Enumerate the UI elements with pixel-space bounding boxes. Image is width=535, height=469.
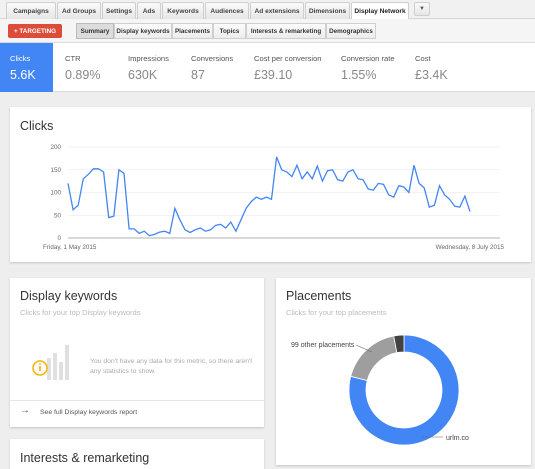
metric-value: £3.4K [415,68,448,82]
metric-value: 0.89% [65,68,100,82]
sub-toolbar: + TARGETING Summary Display keywords Pla… [0,19,535,43]
placements-title: Placements [286,289,351,303]
subtab-display-keywords[interactable]: Display keywords [114,23,172,39]
subtab-demographics[interactable]: Demographics [326,23,376,39]
tab-campaigns[interactable]: Campaigns [6,2,56,19]
metric-impressions[interactable]: Impressions 630K [118,43,181,92]
metric-label: Cost [415,54,431,63]
metric-conversions[interactable]: Conversions 87 [181,43,244,92]
metric-label: Clicks [10,54,30,63]
tab-keywords[interactable]: Keywords [162,2,204,19]
interests-title: Interests & remarketing [20,451,149,465]
display-keywords-subtitle: Clicks for your top Display keywords [20,308,140,317]
metric-value: 87 [191,68,205,82]
more-tabs-button[interactable]: ▼ [414,2,430,16]
metric-cost[interactable]: Cost £3.4K [405,43,475,92]
tab-display-network[interactable]: Display Network [351,2,409,20]
tab-audiences[interactable]: Audiences [205,2,249,19]
subtab-summary[interactable]: Summary [76,23,114,39]
targeting-button[interactable]: + TARGETING [8,24,62,38]
tab-ad-extensions[interactable]: Ad extensions [250,2,304,19]
metric-clicks[interactable]: Clicks 5.6K [0,43,53,92]
metric-value: 5.6K [10,68,36,82]
arrow-right-icon: → [20,405,30,416]
display-keywords-card: Display keywords Clicks for your top Dis… [10,278,264,427]
metric-conversion-rate[interactable]: Conversion rate 1.55% [331,43,405,92]
placements-subtitle: Clicks for your top placements [286,308,386,317]
clicks-chart-card: Clicks [10,107,531,262]
metrics-bar: Clicks 5.6K CTR 0.89% Impressions 630K C… [0,43,535,92]
metric-ctr[interactable]: CTR 0.89% [55,43,117,92]
clicks-card-title: Clicks [20,119,53,133]
metric-label: Conversions [191,54,233,63]
display-keywords-title: Display keywords [20,289,117,303]
tab-settings[interactable]: Settings [102,2,136,19]
dropdown-arrow-icon: ▼ [419,6,425,12]
metric-label: Conversion rate [341,54,395,63]
metric-label: Impressions [128,54,169,63]
placements-card: Placements Clicks for your top placement… [276,278,531,465]
top-tab-bar: Campaigns Ad Groups Settings Ads Keyword… [0,0,535,19]
subtab-topics[interactable]: Topics [213,23,246,39]
see-full-display-keywords-link[interactable]: See full Display keywords report [40,409,137,416]
metric-value: 1.55% [341,68,376,82]
card-divider [10,400,264,401]
empty-state-message: You don't have any data for this metric,… [90,357,260,377]
metric-value: £39.10 [254,68,292,82]
metric-label: Cost per conversion [254,54,322,63]
subtab-interests-remarketing[interactable]: Interests & remarketing [246,23,326,39]
metric-value: 630K [128,68,157,82]
metric-cost-per-conversion[interactable]: Cost per conversion £39.10 [244,43,331,92]
tab-dimensions[interactable]: Dimensions [305,2,350,19]
metric-label: CTR [65,54,81,63]
tab-ads[interactable]: Ads [137,2,161,19]
tab-ad-groups[interactable]: Ad Groups [57,2,101,19]
subtab-placements[interactable]: Placements [172,23,213,39]
